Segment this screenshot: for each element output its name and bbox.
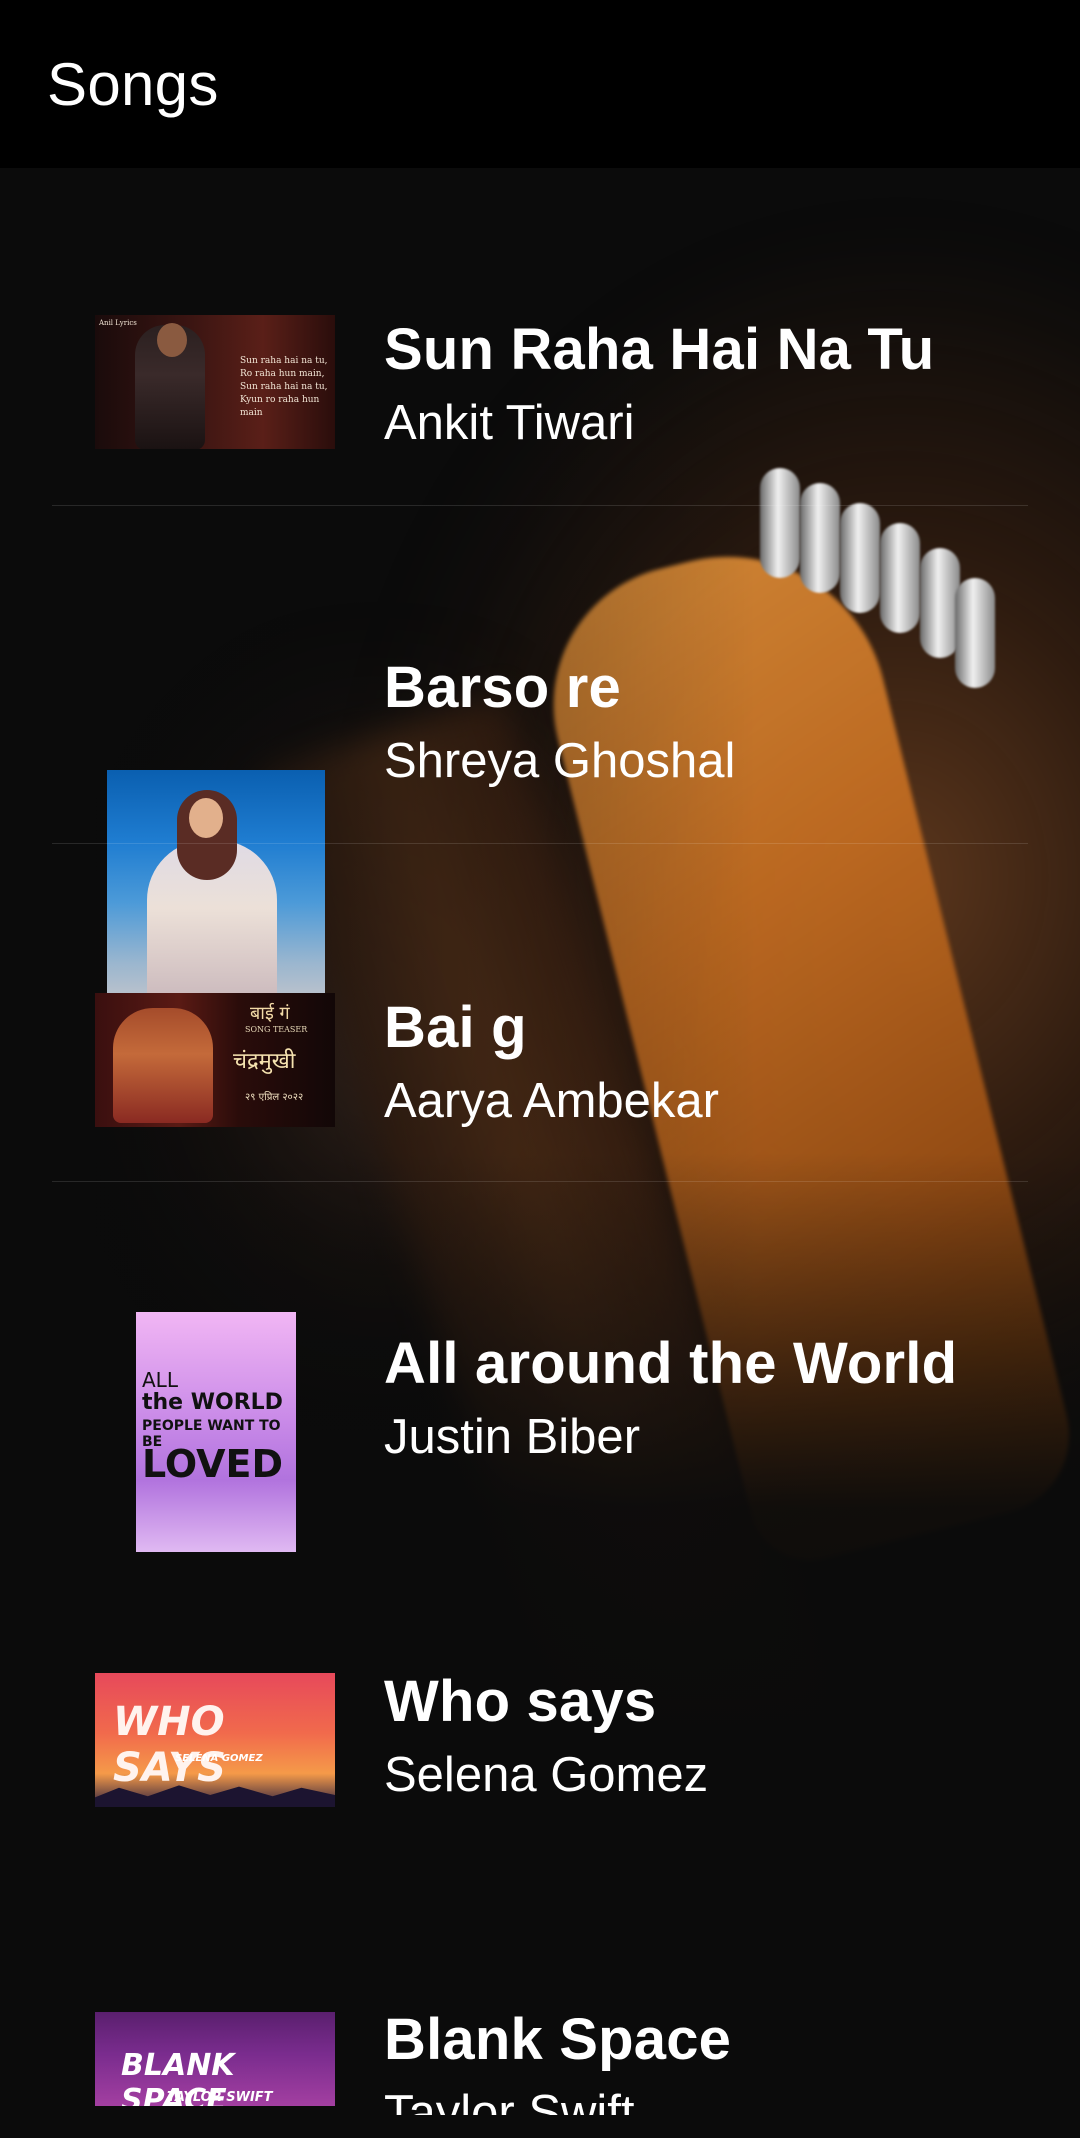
song-title: Blank Space	[384, 2007, 732, 2072]
list-item[interactable]: BLANK SPACE TAYLOR SWIFT Blank Space Tay…	[0, 1858, 1080, 2138]
song-title: Who says	[384, 1669, 657, 1734]
song-artist: Justin Biber	[384, 1410, 641, 1464]
list-item[interactable]: Anil Lyrics Sun raha hai na tu, Ro raha …	[0, 168, 1080, 506]
album-art-blank-space: BLANK SPACE TAYLOR SWIFT	[95, 2012, 335, 2106]
song-artist: Shreya Ghoshal	[384, 734, 736, 788]
list-item[interactable]: बाई गं SONG TEASER चंद्रमुखी २९ एप्रिल २…	[0, 844, 1080, 1182]
song-artist: Taylor Swift	[384, 2086, 635, 2115]
song-title: Sun Raha Hai Na Tu	[384, 317, 935, 382]
song-title: All around the World	[384, 1331, 958, 1396]
song-artist: Selena Gomez	[384, 1748, 709, 1802]
list-item[interactable]: Barso re Shreya Ghoshal	[0, 506, 1080, 1011]
page-title: Songs	[47, 51, 219, 118]
list-item[interactable]: WHO SAYS SELENA GOMEZ Who says Selena Go…	[0, 1520, 1080, 1858]
song-title: Barso re	[384, 655, 621, 720]
song-artist: Ankit Tiwari	[384, 396, 635, 450]
list-item[interactable]: ALL the WORLD PEOPLE WANT TO BE LOVED Al…	[0, 1182, 1080, 1552]
album-art-ankit-tiwari: Anil Lyrics Sun raha hai na tu, Ro raha …	[95, 315, 335, 449]
album-art-all-around-the-world: ALL the WORLD PEOPLE WANT TO BE LOVED	[136, 1312, 296, 1552]
song-artist: Aarya Ambekar	[384, 1074, 719, 1128]
album-art-who-says: WHO SAYS SELENA GOMEZ	[95, 1673, 335, 1807]
album-art-chandramukhi: बाई गं SONG TEASER चंद्रमुखी २९ एप्रिल २…	[95, 993, 335, 1127]
app-bar: Songs	[0, 0, 1080, 168]
song-list-container[interactable]: Anil Lyrics Sun raha hai na tu, Ro raha …	[0, 168, 1080, 2138]
song-title: Bai g	[384, 995, 527, 1060]
